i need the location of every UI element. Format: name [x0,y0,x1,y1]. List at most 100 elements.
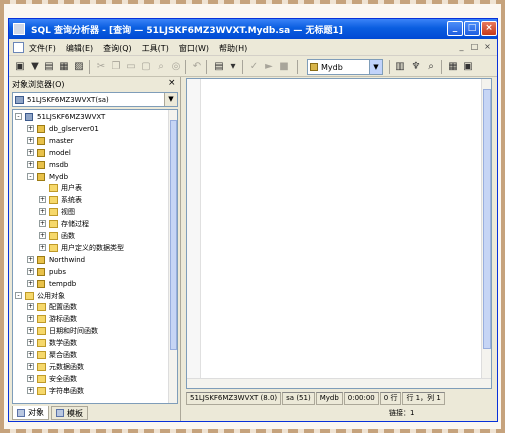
cut-icon[interactable]: ✂ [94,60,108,74]
tree-scrollbar[interactable] [168,110,177,403]
window-title: SQL 查询分析器 - [查询 — 51LJSKF6MZ3WVXT.Mydb.s… [31,26,343,36]
server-icon [15,96,24,104]
tree-item-label: 元数据函数 [49,362,84,371]
menu-tools[interactable]: 工具(T) [142,43,169,54]
folder-icon [49,232,58,240]
save-icon[interactable]: ▦ [57,60,71,74]
execute-query-icon[interactable]: ► [262,60,276,74]
tree-item-label: 聚合函数 [49,351,77,359]
query-analyzer-window: SQL 查询分析器 - [查询 — 51LJSKF6MZ3WVXT.Mydb.s… [8,18,498,422]
collapse-icon[interactable]: - [15,113,22,120]
expand-icon[interactable]: + [39,220,46,228]
object-browser-toggle-icon[interactable]: ♆ [409,60,423,74]
tree-item-label: 用户定义的数据类型 [61,243,124,252]
chevron-down-icon[interactable]: ▼ [369,60,382,74]
status-rows: 0 行 [379,392,402,405]
expand-icon[interactable]: + [27,279,34,287]
expand-icon[interactable]: + [27,267,34,275]
tree-item-label: 视图 [61,208,75,217]
paste-icon[interactable]: ▭ [124,60,138,74]
expand-icon[interactable]: + [27,303,34,311]
mdi-restore-button[interactable]: □ [469,42,480,53]
object-search-icon[interactable]: ⌕ [424,60,438,74]
folder-icon [49,208,58,217]
collapse-icon[interactable]: - [15,291,22,299]
tree-item-label: 存储过程 [61,220,89,229]
expand-icon[interactable]: + [27,136,34,144]
expand-icon[interactable]: + [27,255,34,263]
menu-window[interactable]: 窗口(W) [179,43,209,54]
document-icon[interactable] [13,42,24,53]
database-select-value: Mydb [321,63,343,72]
tab-templates[interactable]: 模板 [51,406,88,420]
menu-edit[interactable]: 编辑(E) [66,43,93,54]
results-mode-icon[interactable]: ▤ [212,60,226,74]
scrollbar-thumb[interactable] [483,89,491,349]
tree-item-label: master [49,136,74,145]
expand-icon[interactable]: + [27,351,34,358]
tree-item-label: 配置函数 [49,303,77,312]
server-select-value: 51LJSKF6MZ3WVXT(sa) [27,96,109,104]
tree-item-label: pubs [49,267,66,276]
editor-horizontal-scrollbar[interactable] [187,378,491,388]
database-icon [37,267,45,276]
query-editor[interactable] [186,78,492,389]
folder-open-icon[interactable]: ▤ [42,60,56,74]
collapse-icon[interactable]: - [27,172,34,180]
minimize-button[interactable]: _ [447,21,463,36]
mdi-close-button[interactable]: × [482,42,493,53]
find-icon[interactable]: ⌕ [154,60,168,74]
folder-icon [37,374,46,383]
toolbar-separator [389,60,390,74]
new-query-icon[interactable]: ▣ [13,60,27,74]
close-icon[interactable]: × [168,78,176,88]
object-tree[interactable]: -51LJSKF6MZ3WVXT + db_glserver01 + master + mo… [12,109,178,404]
tree-item-label: 游标函数 [49,315,77,324]
insert-template-icon[interactable]: ▨ [72,60,86,74]
expand-icon[interactable]: + [27,386,34,394]
tree-item-label: 数学函数 [49,339,77,348]
expand-icon[interactable]: + [39,232,46,239]
object-browser-panel: 对象浏览器(O) × 51LJSKF6MZ3WVXT(sa) ▼ - 51LJSK… [9,77,181,421]
expand-icon[interactable]: + [27,124,34,132]
server-select[interactable]: 51LJSKF6MZ3WVXT(sa) ▼ [12,92,178,107]
clear-window-icon[interactable]: ▢ [139,60,153,74]
expand-icon[interactable]: + [39,208,46,216]
execution-plan-icon[interactable]: ▥ [393,60,407,74]
expand-icon[interactable]: + [27,327,34,335]
editor-vertical-scrollbar[interactable] [481,79,491,388]
expand-icon[interactable]: + [27,148,34,156]
menu-help[interactable]: 帮助(H) [219,43,247,54]
folder-icon [37,303,46,312]
open-file-icon[interactable]: ▼ [28,60,42,74]
binoculars-icon[interactable]: ◎ [169,60,183,74]
expand-icon[interactable]: + [27,315,34,323]
menu-query[interactable]: 查询(Q) [103,43,132,54]
toolbar-separator [242,60,243,74]
expand-icon[interactable]: + [27,362,34,370]
results-pane-icon[interactable]: ▣ [461,60,475,74]
results-dropdown-icon[interactable]: ▾ [226,60,240,74]
tab-objects[interactable]: 对象 [12,406,49,420]
parse-query-icon[interactable]: ✓ [247,60,261,74]
query-editor-area: 51LJSKF6MZ3WVXT (8.0) sa (51) Mydb 0:00:… [184,77,497,421]
undo-icon[interactable]: ↶ [190,60,204,74]
menu-file[interactable]: 文件(F) [29,43,56,54]
database-select[interactable]: Mydb ▼ [307,59,383,75]
copy-icon[interactable]: ❐ [109,60,123,74]
expand-icon[interactable]: + [27,339,34,347]
scrollbar-thumb[interactable] [170,120,177,350]
menu-bar: 文件(F) 编辑(E) 查询(Q) 工具(T) 窗口(W) 帮助(H) _ □ … [9,40,497,56]
database-icon [37,160,45,169]
expand-icon[interactable]: + [27,160,34,168]
cancel-query-icon[interactable]: ■ [277,60,291,74]
chevron-down-icon[interactable]: ▼ [164,93,177,106]
current-connection-icon[interactable]: ▦ [446,60,460,74]
expand-icon[interactable]: + [39,243,46,251]
maximize-button[interactable]: □ [464,21,480,36]
close-button[interactable]: × [481,21,497,36]
mdi-minimize-button[interactable]: _ [456,42,467,53]
tree-item-label: 日期和时间函数 [49,327,98,336]
expand-icon[interactable]: + [39,196,46,204]
expand-icon[interactable]: + [27,374,34,382]
